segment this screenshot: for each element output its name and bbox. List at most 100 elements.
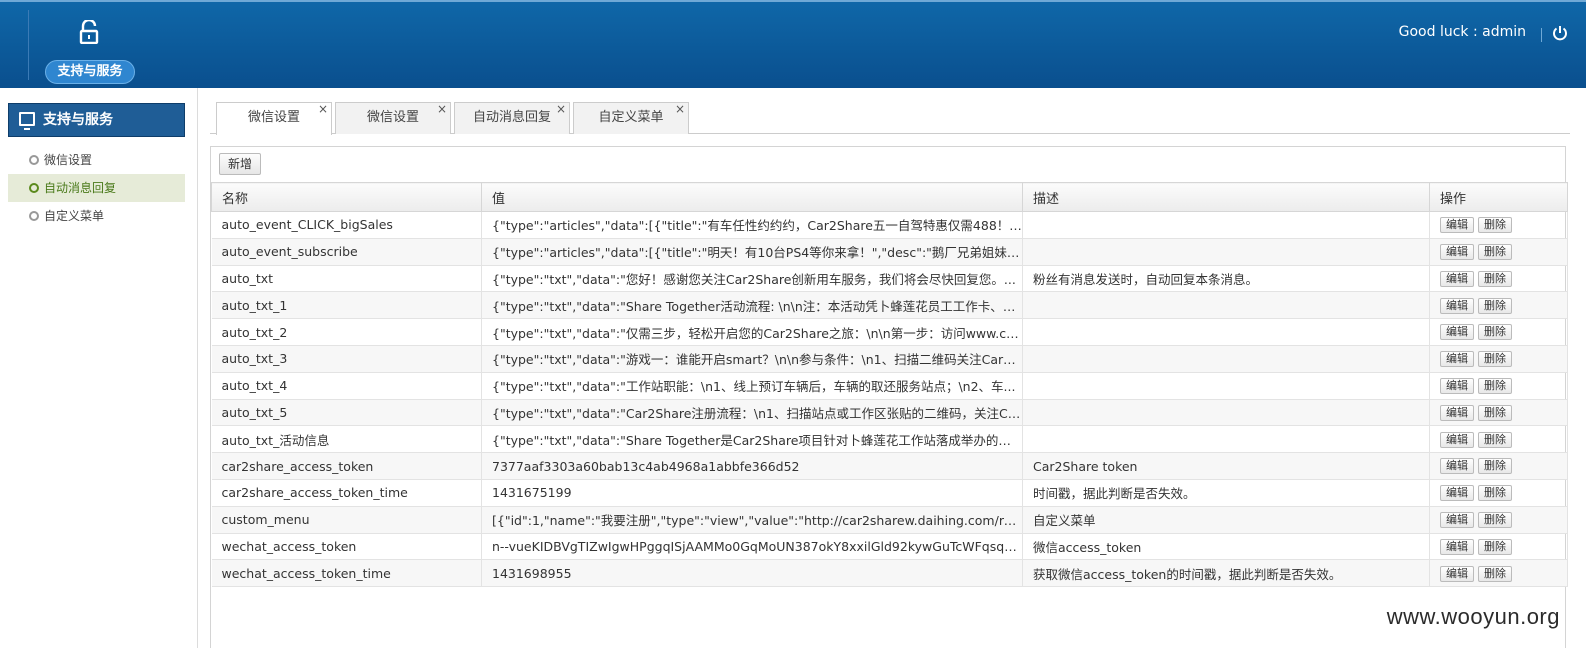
delete-button[interactable]: 删除 <box>1478 351 1512 368</box>
edit-button[interactable]: 编辑 <box>1440 270 1474 287</box>
logo-area: 支持与服务 <box>28 10 148 84</box>
cell-value: [{"id":1,"name":"我要注册","type":"view","va… <box>481 506 1023 534</box>
cell-value: 7377aaf3303a60bab13c4ab4968a1abbfe366d52 <box>481 452 1023 480</box>
edit-button[interactable]: 编辑 <box>1440 565 1474 582</box>
column-header-actions: 操作 <box>1429 182 1568 212</box>
app-header: 支持与服务 Good luck : admin <box>0 0 1586 88</box>
cell-value: {"type":"txt","data":"Share Together是Car… <box>481 425 1023 454</box>
cell-value: {"type":"articles","data":[{"title":"有车任… <box>481 211 1023 239</box>
close-icon[interactable]: × <box>437 94 447 124</box>
sidebar-item-wechat-settings[interactable]: 微信设置 <box>8 146 185 174</box>
table-row: auto_txt_3 {"type":"txt","data":"游戏一：谁能开启… <box>211 345 1568 373</box>
cell-name: auto_txt_1 <box>211 291 482 320</box>
column-header-name: 名称 <box>211 182 482 212</box>
delete-button[interactable]: 删除 <box>1478 431 1512 448</box>
tab-custom-menu[interactable]: 自定义菜单 × <box>573 102 689 134</box>
user-greeting: Good luck : admin <box>1398 24 1526 40</box>
cell-description <box>1022 291 1430 320</box>
table-row: auto_txt_5 {"type":"txt","data":"Car2Shar… <box>211 399 1568 427</box>
delete-button[interactable]: 删除 <box>1478 404 1512 421</box>
close-icon[interactable]: × <box>675 94 685 124</box>
cell-name: auto_event_CLICK_bigSales <box>211 211 482 239</box>
delete-button[interactable]: 删除 <box>1478 565 1512 582</box>
watermark: www.wooyun.org <box>1386 604 1560 629</box>
delete-button[interactable]: 删除 <box>1478 377 1512 394</box>
add-button[interactable]: 新增 <box>219 153 261 175</box>
edit-button[interactable]: 编辑 <box>1440 431 1474 448</box>
edit-button[interactable]: 编辑 <box>1440 324 1474 341</box>
edit-button[interactable]: 编辑 <box>1440 243 1474 260</box>
cell-actions: 编辑 删除 <box>1429 291 1568 320</box>
edit-button[interactable]: 编辑 <box>1440 538 1474 555</box>
tab-wechat-settings-1[interactable]: 微信设置 × <box>216 102 332 135</box>
edit-button[interactable]: 编辑 <box>1440 297 1474 314</box>
column-header-description: 描述 <box>1022 182 1430 212</box>
cell-description <box>1022 318 1430 346</box>
cell-actions: 编辑 删除 <box>1429 533 1568 561</box>
table-row: auto_txt_活动信息 {"type":"txt","data":"Share… <box>211 425 1568 454</box>
tab-label: 自定义菜单 <box>598 110 664 125</box>
cell-value: n--vueKIDBVgTIZwIgwHPggqISjAAMMo0GqMoUN3… <box>481 533 1023 561</box>
cell-actions: 编辑 删除 <box>1429 318 1568 346</box>
edit-button[interactable]: 编辑 <box>1440 377 1474 394</box>
sidebar-item-custom-menu[interactable]: 自定义菜单 <box>8 202 185 230</box>
delete-button[interactable]: 删除 <box>1478 270 1512 287</box>
cell-value: 1431698955 <box>481 559 1023 588</box>
table-row: wechat_access_token_time 1431698955 获取微信ac… <box>211 559 1568 588</box>
cell-actions: 编辑 删除 <box>1429 211 1568 239</box>
cell-actions: 编辑 删除 <box>1429 425 1568 454</box>
table-header-row: 名称 值 描述 操作 <box>211 182 1568 212</box>
cell-name: auto_txt <box>211 265 482 293</box>
cell-actions: 编辑 删除 <box>1429 452 1568 480</box>
close-icon[interactable]: × <box>318 94 328 124</box>
cell-description <box>1022 372 1430 400</box>
tab-label: 微信设置 <box>366 110 419 125</box>
cell-name: car2share_access_token_time <box>211 479 482 507</box>
cell-value: 1431675199 <box>481 479 1023 507</box>
sidebar-title[interactable]: 支持与服务 <box>8 103 185 137</box>
edit-button[interactable]: 编辑 <box>1440 511 1474 528</box>
delete-button[interactable]: 删除 <box>1478 243 1512 260</box>
cell-name: wechat_access_token <box>211 533 482 561</box>
cell-description: Car2Share token <box>1022 452 1430 480</box>
power-icon[interactable] <box>1552 25 1568 41</box>
cell-value: {"type":"txt","data":"您好！感谢您关注Car2Share创… <box>481 265 1023 293</box>
cell-actions: 编辑 删除 <box>1429 506 1568 534</box>
cell-name: car2share_access_token <box>211 452 482 480</box>
cell-description: 微信access_token <box>1022 533 1430 561</box>
sidebar-item-auto-reply[interactable]: 自动消息回复 <box>8 174 185 202</box>
delete-button[interactable]: 删除 <box>1478 217 1512 234</box>
edit-button[interactable]: 编辑 <box>1440 404 1474 421</box>
cell-actions: 编辑 删除 <box>1429 559 1568 588</box>
tab-wechat-settings-2[interactable]: 微信设置 × <box>335 102 451 134</box>
delete-button[interactable]: 删除 <box>1478 511 1512 528</box>
close-icon[interactable]: × <box>556 94 566 124</box>
cell-description: 粉丝有消息发送时，自动回复本条消息。 <box>1022 265 1430 293</box>
circle-icon <box>29 155 39 165</box>
edit-button[interactable]: 编辑 <box>1440 351 1474 368</box>
delete-button[interactable]: 删除 <box>1478 324 1512 341</box>
delete-button[interactable]: 删除 <box>1478 297 1512 314</box>
cell-description <box>1022 345 1430 373</box>
delete-button[interactable]: 删除 <box>1478 538 1512 555</box>
cell-name: wechat_access_token_time <box>211 559 482 588</box>
sidebar-item-label: 自定义菜单 <box>44 209 105 223</box>
cell-actions: 编辑 删除 <box>1429 265 1568 293</box>
tab-auto-reply[interactable]: 自动消息回复 × <box>454 102 570 134</box>
edit-button[interactable]: 编辑 <box>1440 458 1474 475</box>
edit-button[interactable]: 编辑 <box>1440 217 1474 234</box>
delete-button[interactable]: 删除 <box>1478 458 1512 475</box>
cell-description: 时间戳，据此判断是否失效。 <box>1022 479 1430 507</box>
table-body: auto_event_CLICK_bigSales {"type":"articl… <box>211 211 1568 588</box>
header-divider <box>1541 28 1542 42</box>
circle-icon <box>29 211 39 221</box>
delete-button[interactable]: 删除 <box>1478 485 1512 502</box>
sidebar-item-label: 微信设置 <box>44 153 93 167</box>
cell-description: 获取微信access_token的时间戳，据此判断是否失效。 <box>1022 559 1430 588</box>
cell-name: auto_txt_活动信息 <box>211 425 482 454</box>
table-row: wechat_access_token n--vueKIDBVgTIZwIgwHP… <box>211 533 1568 561</box>
table-row: auto_txt_1 {"type":"txt","data":"Share To… <box>211 291 1568 320</box>
edit-button[interactable]: 编辑 <box>1440 485 1474 502</box>
column-header-value: 值 <box>481 182 1023 212</box>
cell-description <box>1022 399 1430 427</box>
